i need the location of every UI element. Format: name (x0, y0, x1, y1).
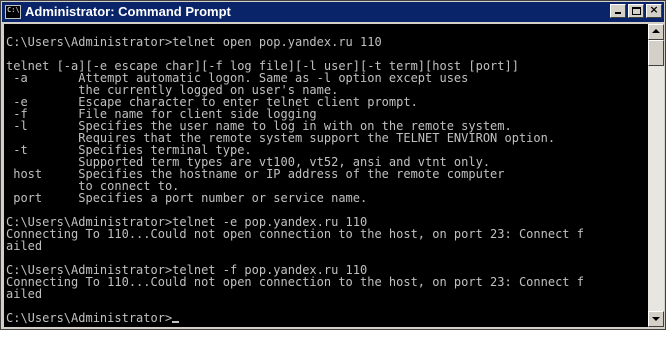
arrow-up-icon (652, 29, 660, 33)
arrow-down-icon (652, 317, 660, 321)
scroll-down-button[interactable] (648, 311, 664, 327)
text-cursor (172, 321, 180, 323)
console-lines: C:\Users\Administrator>telnet open pop.y… (6, 24, 648, 324)
console-output[interactable]: C:\Users\Administrator>telnet open pop.y… (4, 24, 648, 327)
console-line: C:\Users\Administrator>telnet open pop.y… (6, 35, 382, 49)
console-line: Connecting To 110...Could not open conne… (6, 275, 584, 289)
command-prompt-window: C:\ Administrator: Command Prompt × C:\U… (0, 0, 666, 330)
scroll-thumb[interactable] (648, 40, 664, 66)
console-line: C:\Users\Administrator> (6, 312, 648, 324)
title-bar[interactable]: C:\ Administrator: Command Prompt × (2, 2, 664, 22)
maximize-icon (632, 7, 641, 15)
close-button[interactable]: × (646, 3, 662, 18)
console-line: ailed (6, 287, 43, 301)
window-controls: × (608, 3, 662, 20)
console-line: ailed (6, 239, 43, 253)
console-line: Connecting To 110...Could not open conne… (6, 227, 584, 241)
close-icon: × (649, 3, 659, 16)
window-title: Administrator: Command Prompt (25, 4, 231, 19)
minimize-button[interactable] (610, 4, 626, 18)
minimize-icon (615, 12, 621, 14)
console-line: port Specifies a port number or service … (6, 191, 368, 205)
scroll-up-button[interactable] (648, 24, 664, 40)
vertical-scrollbar[interactable] (648, 24, 664, 327)
maximize-button[interactable] (628, 4, 644, 18)
console-icon[interactable]: C:\ (5, 5, 21, 19)
